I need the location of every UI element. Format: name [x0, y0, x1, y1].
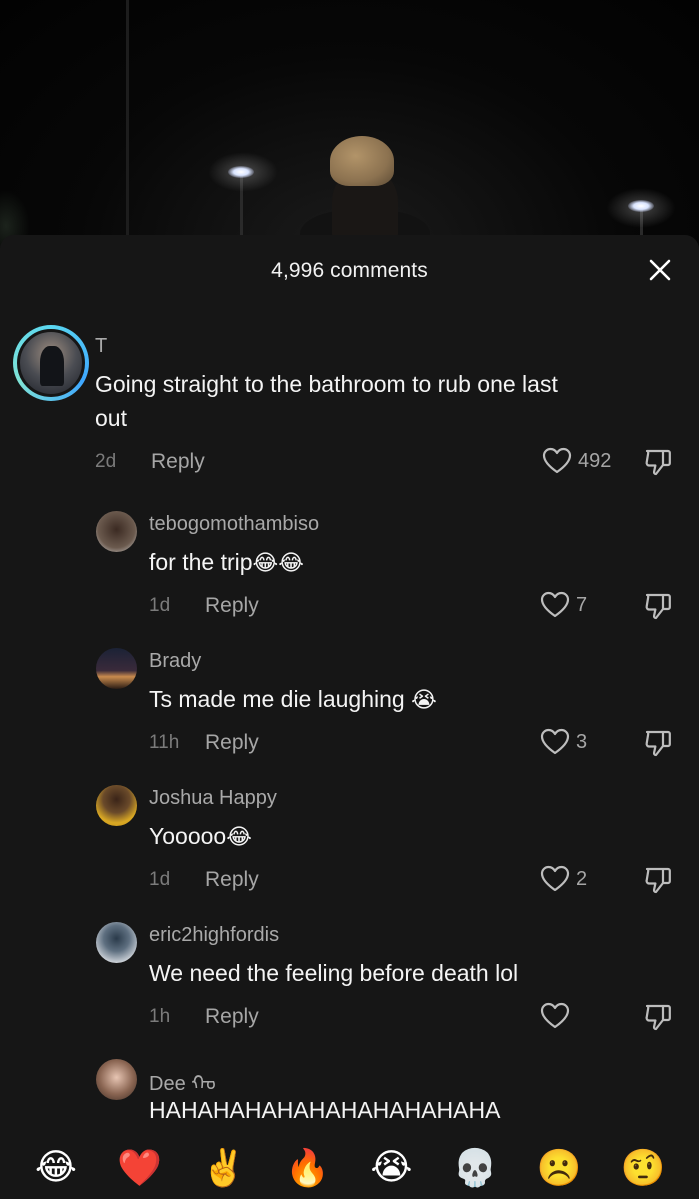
like-button[interactable]: 7: [540, 591, 587, 619]
crying-emoji: 😭: [411, 688, 437, 713]
comment-text: Ts made me die laughing 😭: [149, 682, 437, 718]
avatar[interactable]: [17, 329, 85, 397]
video-background[interactable]: [0, 0, 699, 250]
laughing-emoji: 😂: [226, 825, 252, 850]
like-count: 3: [576, 730, 588, 753]
avatar[interactable]: [96, 1059, 137, 1100]
comment-username[interactable]: tebogomothambiso: [149, 513, 319, 536]
comment-username[interactable]: eric2highfordis: [149, 924, 279, 947]
light-pole: [126, 0, 129, 250]
street-lamp: [628, 200, 654, 212]
like-button[interactable]: 492: [542, 447, 611, 475]
reply-button[interactable]: Reply: [205, 868, 259, 892]
like-count: 492: [578, 449, 612, 472]
avatar-figure: [40, 346, 64, 386]
comment-time: 1h: [149, 1006, 171, 1027]
comment-text-body: Ts made me die laughing: [149, 686, 412, 712]
avatar[interactable]: [96, 648, 137, 689]
reply-button[interactable]: Reply: [205, 1005, 259, 1029]
avatar[interactable]: [96, 922, 137, 963]
dislike-button[interactable]: [643, 591, 673, 621]
comment-time: 1d: [149, 869, 171, 890]
comment-text-body: for the trip: [149, 549, 253, 575]
thumbs-down-icon: [645, 867, 671, 894]
like-count: 2: [576, 867, 588, 890]
heart-emoji-button[interactable]: ❤️: [116, 1144, 164, 1192]
comment-username[interactable]: Brady: [149, 650, 201, 673]
screen: 4,996 comments T Going straight to the b…: [0, 0, 699, 1199]
comment-text: HAHAHAHAHAHAHAHAHAHAHA: [149, 1097, 501, 1123]
frowning-emoji-button[interactable]: ☹️: [535, 1144, 583, 1192]
close-icon: [649, 259, 671, 281]
comment-text: Yooooo😂: [149, 819, 252, 855]
like-button[interactable]: 2: [540, 865, 587, 893]
comment-username[interactable]: Dee ᠬᠣ: [149, 1061, 216, 1096]
heart-icon: [540, 728, 570, 755]
laughing-emoji-button[interactable]: 😂: [32, 1144, 80, 1192]
comment-text: for the trip😂😂: [149, 545, 304, 581]
raised-eyebrow-emoji-button[interactable]: 🤨: [619, 1144, 667, 1192]
sheet-header: 4,996 comments: [0, 235, 699, 307]
close-button[interactable]: [645, 255, 675, 285]
thumbs-down-icon: [645, 449, 671, 476]
comment-text-body: Yooooo: [149, 823, 227, 849]
dislike-button[interactable]: [643, 447, 673, 477]
comments-count-title: 4,996 comments: [271, 259, 428, 282]
comment-text: We need the feeling before death lol: [149, 960, 519, 986]
street-lamp: [228, 166, 254, 178]
like-button[interactable]: 3: [540, 728, 587, 756]
comment-time: 2d: [95, 451, 117, 472]
dislike-button[interactable]: [643, 1002, 673, 1032]
comment-text-line2: out: [95, 405, 127, 431]
heart-icon: [540, 1002, 570, 1029]
avatar[interactable]: [96, 511, 137, 552]
like-button[interactable]: [540, 1002, 570, 1030]
fire-emoji-button[interactable]: 🔥: [284, 1144, 332, 1192]
laughing-emoji: 😂😂: [252, 551, 304, 576]
reply-button[interactable]: Reply: [205, 594, 259, 618]
person-cap: [330, 136, 394, 186]
reply-button[interactable]: Reply: [151, 450, 205, 474]
reply-button[interactable]: Reply: [205, 731, 259, 755]
dislike-button[interactable]: [643, 728, 673, 758]
avatar[interactable]: [96, 785, 137, 826]
comment-time: 1d: [149, 595, 171, 616]
heart-icon: [540, 865, 570, 892]
emoji-quick-bar: 😂 ❤️ ✌️ 🔥 😭 💀 ☹️ 🤨: [0, 1136, 699, 1199]
comment-username[interactable]: Joshua Happy: [149, 787, 277, 810]
like-count: 7: [576, 593, 588, 616]
comment-username[interactable]: T: [95, 335, 107, 358]
crying-emoji-button[interactable]: 😭: [367, 1144, 415, 1192]
dislike-button[interactable]: [643, 865, 673, 895]
thumbs-down-icon: [645, 730, 671, 757]
thumbs-down-icon: [645, 1004, 671, 1031]
comment-time: 11h: [149, 732, 180, 753]
thumbs-down-icon: [645, 593, 671, 620]
heart-icon: [540, 591, 570, 618]
heart-icon: [542, 447, 572, 474]
skull-emoji-button[interactable]: 💀: [451, 1144, 499, 1192]
comment-text: Going straight to the bathroom to rub on…: [95, 371, 558, 397]
victory-hand-emoji-button[interactable]: ✌️: [200, 1144, 248, 1192]
